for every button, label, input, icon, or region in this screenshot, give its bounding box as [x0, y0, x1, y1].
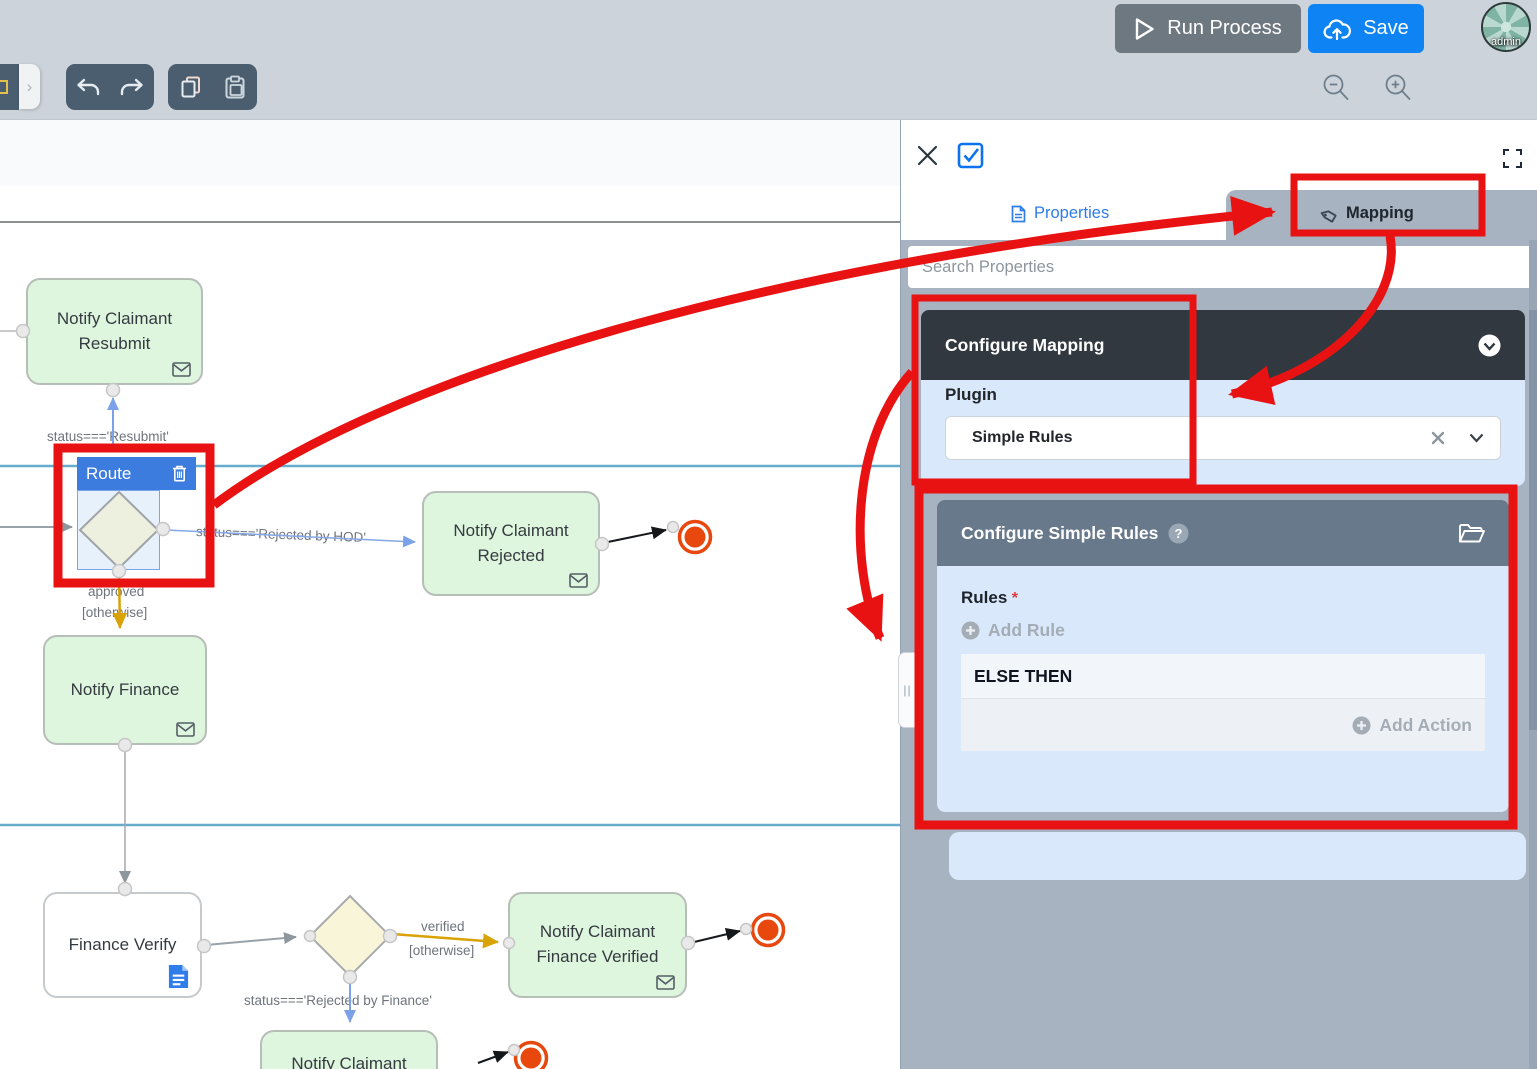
task-node-notify-finance[interactable]: Notify Finance: [43, 635, 207, 745]
plus-circle-icon: [1352, 716, 1371, 735]
properties-panel: Properties Mapping Configure Mapping Plu…: [900, 120, 1537, 1069]
edge-label: status==='Resubmit': [47, 429, 169, 444]
panel-resize-handle[interactable]: ||: [898, 652, 916, 728]
cloud-upload-icon: [1323, 18, 1351, 40]
panel-scrollbar-thumb[interactable]: [1529, 310, 1537, 730]
plus-circle-icon: [961, 621, 980, 640]
edge-label: status==='Rejected by HOD': [196, 524, 366, 545]
plugin-select[interactable]: Simple Rules: [945, 416, 1501, 460]
workflow-designer-app: Run Process Save admin ›: [0, 0, 1537, 1069]
add-rule-button[interactable]: Add Rule: [961, 620, 1485, 641]
node-label: Notify Claimant Finance Verified: [520, 920, 675, 969]
node-label: Notify Claimant Resubmit: [38, 307, 191, 356]
add-action-button[interactable]: Add Action: [1352, 715, 1472, 736]
svg-text:?: ?: [1175, 526, 1183, 541]
route-label: Route: [86, 464, 131, 484]
end-event[interactable]: [753, 915, 784, 946]
task-node-notify-claimant-resubmit[interactable]: Notify Claimant Resubmit: [26, 278, 203, 385]
panel-header-icons: [901, 120, 1537, 190]
configure-simple-rules-title: Configure Simple Rules: [961, 523, 1158, 544]
else-then-label: ELSE THEN: [974, 666, 1072, 687]
trash-icon[interactable]: [172, 465, 187, 482]
save-button[interactable]: Save: [1308, 4, 1424, 53]
edge-label: status==='Rejected by Finance': [244, 993, 432, 1008]
tab-mapping[interactable]: Mapping: [1319, 204, 1414, 223]
paste-icon[interactable]: [224, 75, 246, 99]
zoom-out-icon[interactable]: [1320, 72, 1352, 104]
node-label: Notify Claimant Rejected: [434, 519, 588, 568]
configure-mapping-title: Configure Mapping: [945, 335, 1104, 356]
end-event[interactable]: [680, 522, 711, 553]
actions-row: Add Action: [961, 699, 1485, 751]
end-event[interactable]: [516, 1043, 547, 1069]
configure-simple-rules-header[interactable]: Configure Simple Rules ?: [937, 500, 1509, 566]
help-icon[interactable]: ?: [1168, 523, 1189, 544]
gateway-diamond-finance[interactable]: [310, 896, 390, 976]
node-label: Finance Verify: [69, 933, 177, 958]
copy-icon[interactable]: [179, 75, 203, 99]
tab-mapping-label: Mapping: [1346, 204, 1414, 223]
collapse-chevron-icon[interactable]: [1478, 334, 1501, 357]
grip-icon: ||: [903, 683, 911, 697]
save-label: Save: [1363, 17, 1409, 40]
tab-properties[interactable]: Properties: [1011, 204, 1109, 223]
avatar[interactable]: admin: [1481, 2, 1531, 52]
plugin-label: Plugin: [945, 385, 997, 405]
chevron-down-icon[interactable]: [1469, 433, 1484, 443]
configure-mapping-card: Configure Mapping Plugin Simple Rules: [921, 310, 1525, 486]
palette-expand-button[interactable]: ›: [19, 64, 40, 109]
run-process-label: Run Process: [1167, 17, 1282, 40]
mail-icon: [569, 573, 588, 588]
route-node-header[interactable]: Route: [77, 457, 196, 490]
task-node-finance-verify[interactable]: Finance Verify: [43, 892, 202, 998]
tag-icon: [1319, 205, 1338, 223]
mail-icon: [656, 975, 675, 990]
add-action-label: Add Action: [1379, 715, 1472, 736]
configure-mapping-body: Plugin Simple Rules: [921, 380, 1525, 486]
palette-toggle[interactable]: [0, 64, 19, 110]
mail-icon: [172, 362, 191, 377]
rules-field-label: Rules *: [961, 588, 1485, 608]
redo-icon[interactable]: [119, 76, 145, 98]
form-icon: [167, 963, 190, 990]
node-label: Notify Claimant: [291, 1052, 406, 1069]
task-node-notify-claimant-rejected[interactable]: Notify Claimant Rejected: [422, 491, 600, 596]
configure-simple-rules-body: Rules * Add Rule ELSE THEN: [937, 566, 1509, 812]
document-icon: [1011, 205, 1026, 223]
run-process-button[interactable]: Run Process: [1115, 4, 1301, 53]
fullscreen-icon[interactable]: [1502, 148, 1523, 169]
chevron-right-icon: ›: [27, 77, 33, 97]
edge-label: verified: [421, 919, 465, 934]
undo-redo-group: [66, 64, 154, 110]
add-rule-label: Add Rule: [988, 620, 1065, 641]
rules-table: ELSE THEN Add Action: [961, 654, 1485, 751]
play-icon: [1134, 17, 1155, 41]
plugin-select-value: Simple Rules: [972, 429, 1431, 447]
node-label: Notify Finance: [71, 678, 180, 703]
zoom-in-icon[interactable]: [1382, 72, 1414, 104]
edge-label: approved: [88, 584, 144, 599]
configure-mapping-header[interactable]: Configure Mapping: [921, 310, 1525, 380]
else-then-row[interactable]: ELSE THEN: [961, 654, 1485, 699]
mail-icon: [176, 722, 195, 737]
undo-icon[interactable]: [75, 76, 101, 98]
configure-simple-rules-card: Configure Simple Rules ? Rules *: [937, 500, 1509, 812]
task-node-notify-claimant-finance-verified[interactable]: Notify Claimant Finance Verified: [508, 892, 687, 998]
tab-properties-label: Properties: [1034, 204, 1109, 223]
edge-label: [otherwise]: [409, 943, 474, 958]
edge-label: [otherwise]: [82, 605, 147, 620]
required-asterisk: *: [1012, 590, 1018, 607]
folder-open-icon[interactable]: [1458, 523, 1485, 544]
search-input[interactable]: [908, 246, 1534, 288]
palette-shape-icon: [0, 80, 8, 94]
next-section-strip: [949, 832, 1526, 880]
close-icon[interactable]: [916, 144, 939, 167]
clipboard-group: [168, 64, 257, 110]
task-node-notify-claimant[interactable]: Notify Claimant: [260, 1030, 438, 1069]
multi-select-checkbox-icon[interactable]: [957, 142, 984, 169]
clear-icon[interactable]: [1431, 431, 1445, 445]
rules-label: Rules: [961, 588, 1007, 607]
avatar-user-label: admin: [1483, 36, 1529, 48]
